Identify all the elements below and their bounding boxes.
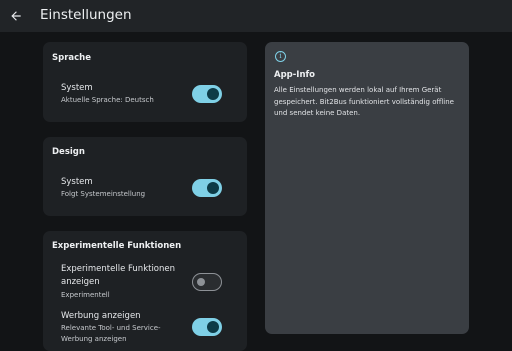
- app-info-panel: i App-Info Alle Einstellungen werden lok…: [265, 42, 469, 334]
- experimental-features-subtitle: Experimentell: [61, 291, 110, 299]
- ads-setting-title: Werbung anzeigen: [61, 311, 141, 321]
- language-setting-subtitle: Aktuelle Sprache: Deutsch: [61, 96, 154, 104]
- app-info-text: Alle Einstellungen werden lokal auf Ihre…: [274, 86, 454, 117]
- ads-setting-subtitle-line2: Werbung anzeigen: [61, 335, 127, 343]
- experimental-features-title-line1: Experimentelle Funktionen: [61, 264, 176, 274]
- language-setting-title: System: [61, 83, 93, 93]
- experimental-features-title-line2: anzeigen: [61, 277, 100, 287]
- toggle-knob: [207, 321, 219, 333]
- design-card: Design System Folgt Systemeinstellung: [43, 137, 247, 216]
- toggle-knob: [197, 277, 205, 286]
- toggle-knob: [207, 182, 219, 194]
- info-icon: i: [275, 51, 286, 62]
- toggle-knob: [207, 88, 219, 100]
- language-card: Sprache System Aktuelle Sprache: Deutsch: [43, 42, 247, 122]
- design-setting-title: System: [61, 177, 93, 187]
- experimental-section-title: Experimentelle Funktionen: [52, 241, 182, 251]
- top-app-bar: Einstellungen: [0, 0, 512, 32]
- experimental-features-toggle[interactable]: [192, 273, 222, 291]
- arrow-back-icon: [11, 11, 21, 21]
- ads-setting-subtitle-line1: Relevante Tool- und Service-: [61, 324, 161, 332]
- page-title: Einstellungen: [40, 7, 132, 23]
- back-button[interactable]: [6, 6, 26, 26]
- experimental-card: Experimentelle Funktionen Experimentelle…: [43, 231, 247, 351]
- design-setting-subtitle: Folgt Systemeinstellung: [61, 190, 146, 198]
- language-section-title: Sprache: [52, 53, 91, 63]
- language-system-toggle[interactable]: [192, 85, 222, 103]
- design-section-title: Design: [52, 147, 85, 157]
- app-info-title: App-Info: [274, 70, 316, 80]
- design-system-toggle[interactable]: [192, 179, 222, 197]
- ads-toggle[interactable]: [192, 318, 222, 336]
